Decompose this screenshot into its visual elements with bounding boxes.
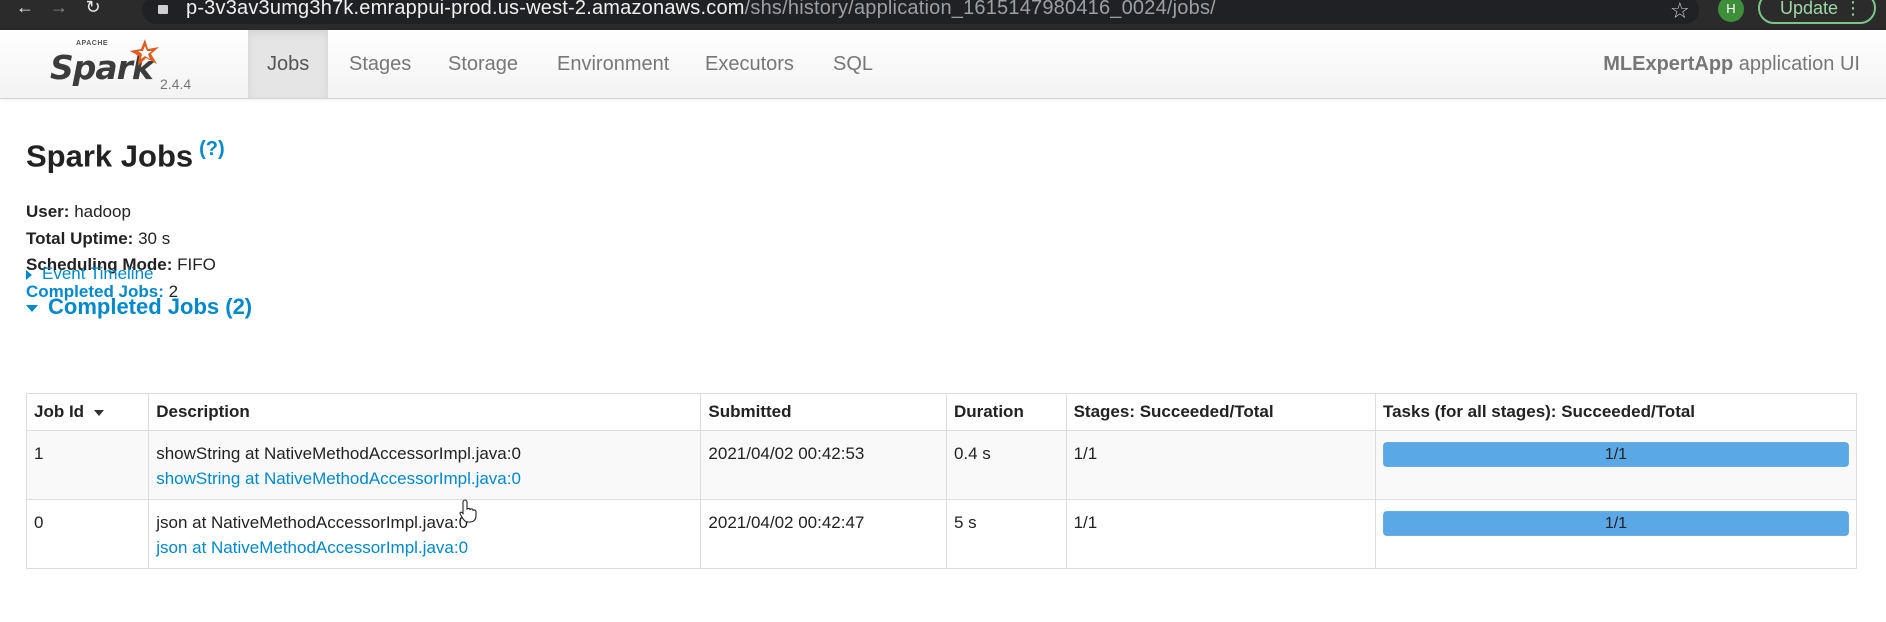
event-timeline-toggle[interactable]: Event Timeline: [26, 264, 154, 284]
tab-executors[interactable]: Executors: [686, 30, 813, 98]
header-label: Stages: Succeeded/Total: [1073, 402, 1274, 421]
cell-submitted: 2021/04/02 00:42:53: [700, 430, 947, 500]
star-icon[interactable]: ☆: [1670, 0, 1690, 24]
spark-navbar: APACHE Spark 2.4.4 Jobs Stages Storage E…: [0, 30, 1886, 99]
scheduling-mode-value: FIFO: [172, 255, 216, 274]
page-title: Spark Jobs (?): [26, 138, 225, 174]
tab-label: SQL: [833, 53, 874, 75]
user-value: hadoop: [69, 202, 131, 221]
header-label: Job Id: [34, 402, 85, 421]
tasks-progress-bar: 1/1: [1382, 442, 1849, 467]
app-suffix: application UI: [1733, 53, 1860, 75]
arrow-left-icon[interactable]: ←: [14, 0, 36, 19]
more-vert-icon: ⋮: [1844, 0, 1862, 18]
tab-label: Executors: [705, 53, 794, 75]
cell-stages: 1/1: [1065, 430, 1376, 500]
uptime-label: Total Uptime:: [26, 228, 134, 248]
app-name: MLExpertApp: [1603, 53, 1734, 75]
header-label: Tasks (for all stages): Succeeded/Total: [1382, 402, 1696, 421]
completed-jobs-heading: Completed Jobs (2): [48, 294, 253, 319]
description-text: json at NativeMethodAccessorImpl.java:0: [156, 513, 469, 532]
cell-stages: 1/1: [1065, 499, 1376, 569]
tab-label: Jobs: [267, 53, 310, 75]
table-header-row: Job Id Description Submitted Duration St…: [25, 393, 1858, 431]
tab-storage[interactable]: Storage: [429, 30, 537, 98]
update-button[interactable]: Update ⋮: [1758, 0, 1876, 24]
tasks-progress-bar: 1/1: [1382, 511, 1849, 536]
cell-submitted: 2021/04/02 00:42:47: [700, 499, 947, 569]
url-path: /shs/history/application_1615147980416_0…: [744, 0, 1216, 19]
app-title: MLExpertApp application UI: [1603, 30, 1860, 98]
job-summary: User: hadoop Total Uptime: 30 s Scheduli…: [26, 199, 216, 305]
help-link[interactable]: (?): [199, 138, 225, 160]
tab-label: Stages: [349, 53, 412, 75]
tab-label: Environment: [557, 53, 670, 75]
completed-jobs-table: Job Id Description Submitted Duration St…: [25, 393, 1858, 569]
cell-description: showString at NativeMethodAccessorImpl.j…: [148, 430, 702, 500]
tab-sql[interactable]: SQL: [814, 30, 892, 98]
header-label: Duration: [953, 402, 1024, 421]
job-detail-link[interactable]: json at NativeMethodAccessorImpl.java:0: [156, 535, 693, 560]
update-button-label: Update: [1780, 0, 1839, 18]
page-title-text: Spark Jobs: [26, 138, 194, 174]
lock-icon: [158, 5, 168, 14]
hand-pointer-icon: [459, 499, 477, 523]
browser-toolbar: ← → ↻ p-3v3av3umg3h7k.emrappui-prod.us-w…: [0, 0, 1886, 30]
header-job-id[interactable]: Job Id: [25, 393, 150, 431]
url-host: p-3v3av3umg3h7k.emrappui-prod.us-west-2.…: [186, 0, 745, 19]
brand-small: APACHE: [76, 40, 109, 47]
completed-jobs-toggle[interactable]: Completed Jobs (2): [26, 294, 252, 320]
tab-stages[interactable]: Stages: [330, 30, 430, 98]
header-label: Submitted: [708, 402, 792, 421]
spark-logo[interactable]: APACHE Spark 2.4.4: [50, 36, 210, 94]
tab-jobs[interactable]: Jobs: [248, 30, 329, 98]
event-timeline-label: Event Timeline: [42, 264, 154, 283]
cell-tasks: 1/1: [1374, 430, 1858, 500]
reload-icon[interactable]: ↻: [82, 0, 104, 19]
cell-duration: 0.4 s: [945, 430, 1067, 500]
header-label: Description: [156, 402, 250, 421]
cell-job-id: 0: [25, 499, 150, 569]
address-bar-url[interactable]: p-3v3av3umg3h7k.emrappui-prod.us-west-2.…: [186, 0, 1216, 20]
description-text: showString at NativeMethodAccessorImpl.j…: [156, 444, 521, 463]
caret-down-icon: [26, 304, 38, 312]
cell-duration: 5 s: [945, 499, 1067, 569]
cell-tasks: 1/1: [1374, 499, 1858, 569]
header-stages[interactable]: Stages: Succeeded/Total: [1065, 393, 1376, 431]
tab-environment[interactable]: Environment: [538, 30, 688, 98]
spark-version: 2.4.4: [160, 76, 192, 92]
header-duration[interactable]: Duration: [945, 393, 1067, 431]
tab-label: Storage: [448, 53, 519, 75]
profile-avatar[interactable]: H: [1718, 0, 1744, 22]
header-tasks[interactable]: Tasks (for all stages): Succeeded/Total: [1374, 393, 1858, 431]
table-row: 0 json at NativeMethodAccessorImpl.java:…: [25, 499, 1858, 569]
header-submitted[interactable]: Submitted: [700, 393, 947, 431]
arrow-right-icon[interactable]: →: [48, 0, 70, 19]
cell-job-id: 1: [25, 430, 150, 500]
table-row: 1 showString at NativeMethodAccessorImpl…: [25, 430, 1858, 500]
progress-text: 1/1: [1604, 446, 1628, 463]
progress-text: 1/1: [1604, 515, 1628, 532]
caret-right-icon: [26, 269, 32, 280]
job-detail-link[interactable]: showString at NativeMethodAccessorImpl.j…: [156, 466, 693, 491]
spark-star-icon: [130, 39, 159, 66]
uptime-value: 30 s: [133, 228, 171, 248]
cell-description: json at NativeMethodAccessorImpl.java:0 …: [148, 499, 702, 569]
header-description[interactable]: Description: [148, 393, 702, 431]
sort-desc-icon: [94, 409, 105, 416]
user-label: User:: [26, 202, 70, 221]
